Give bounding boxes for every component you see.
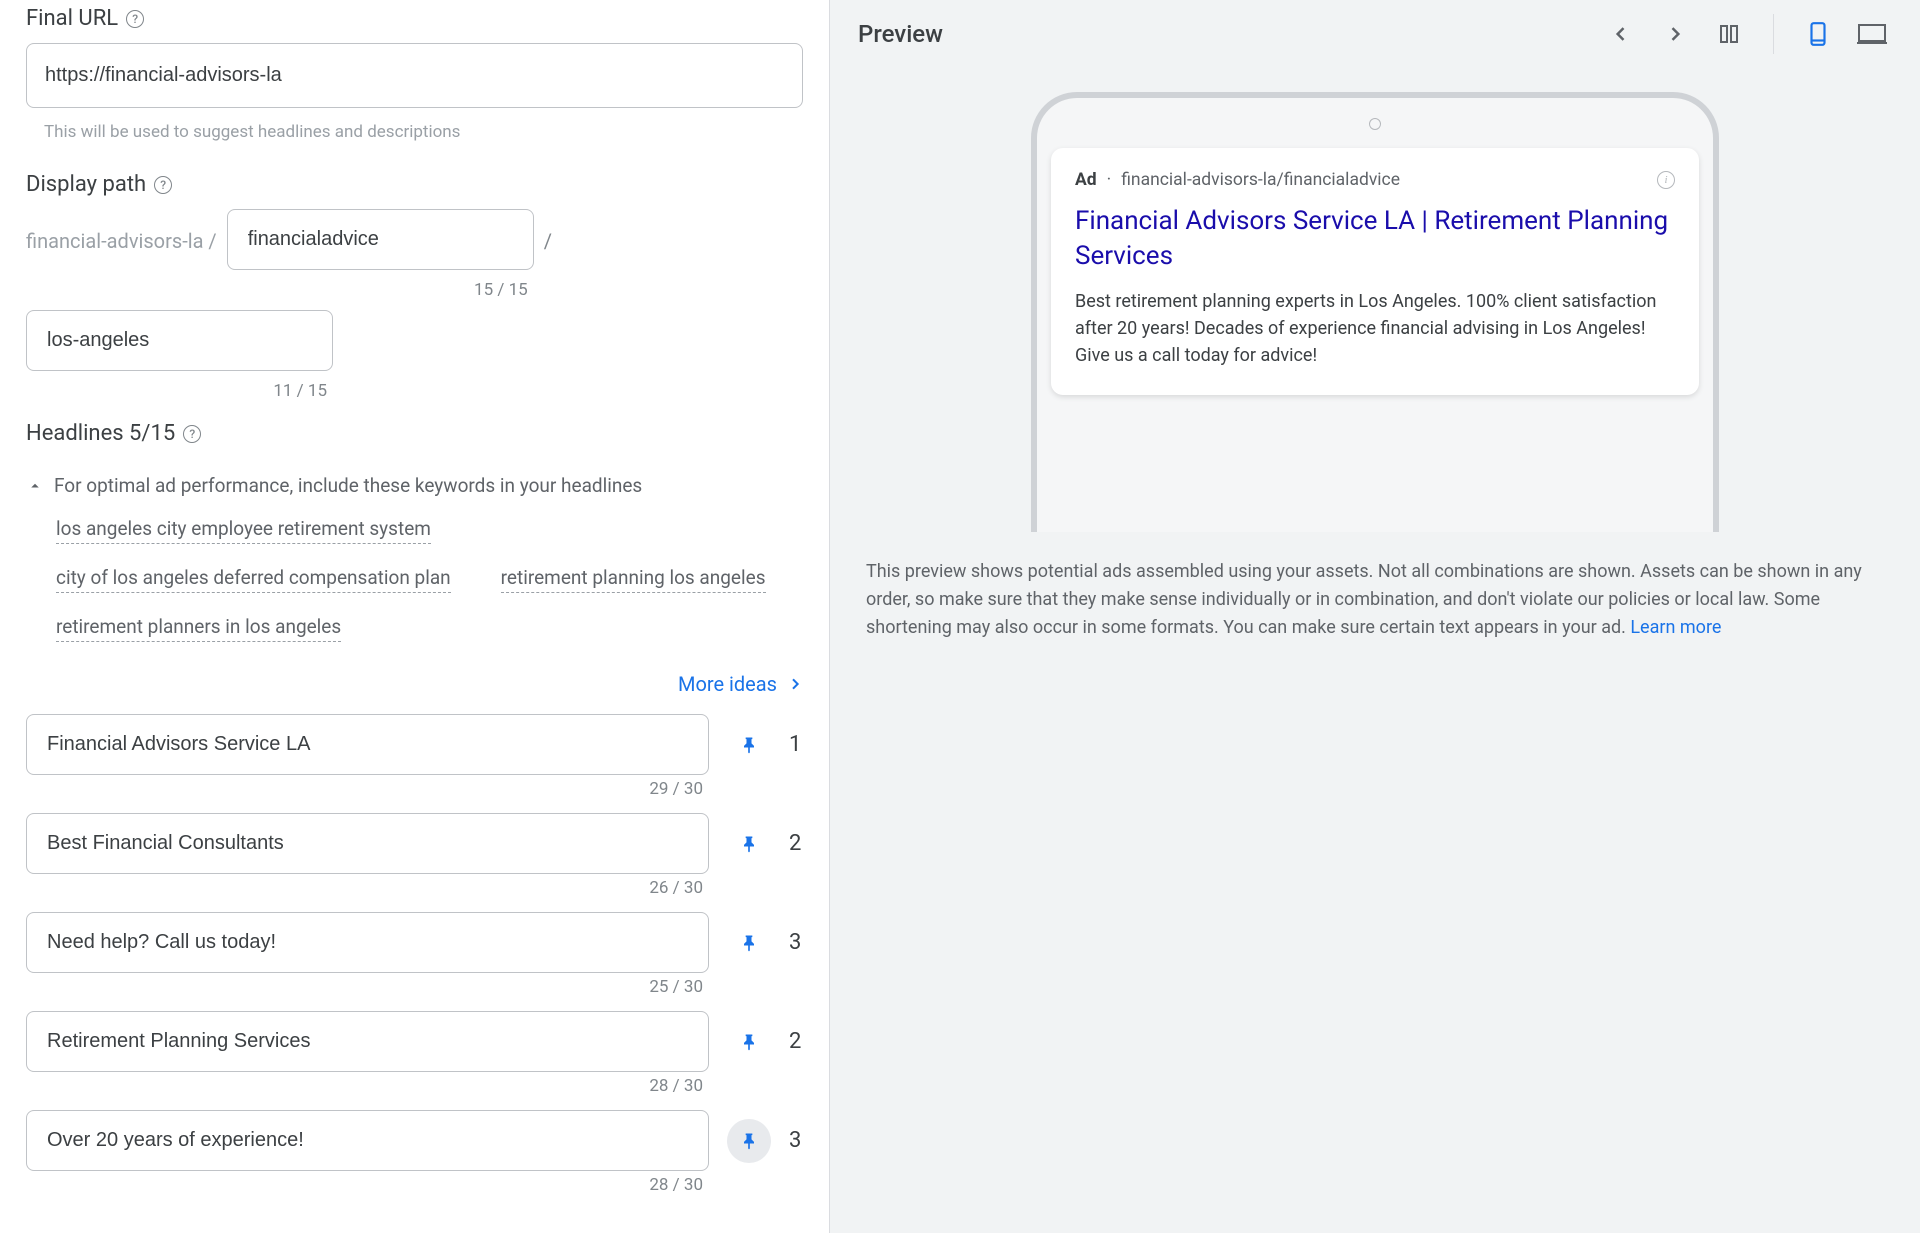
headline-char-count: 26 / 30 <box>26 878 703 898</box>
path2-input[interactable] <box>26 310 333 371</box>
pin-icon <box>739 1131 759 1151</box>
headlines-label-text: Headlines 5/15 <box>26 421 175 446</box>
mobile-icon <box>1805 21 1831 47</box>
keyword-tip-text: For optimal ad performance, include thes… <box>54 474 642 497</box>
more-ideas-text: More ideas <box>678 672 777 696</box>
mobile-preview-button[interactable] <box>1798 14 1838 54</box>
headline-input[interactable] <box>26 1110 709 1171</box>
keyword-list: los angeles city employee retirement sys… <box>56 517 803 642</box>
pin-icon <box>739 1032 759 1052</box>
pin-button[interactable] <box>727 822 771 866</box>
keyword-suggestion[interactable]: retirement planners in los angeles <box>56 615 341 642</box>
headline-row: 3 <box>26 912 803 973</box>
pin-position: 3 <box>789 930 803 955</box>
pin-position: 3 <box>789 1128 803 1153</box>
pin-button[interactable] <box>727 723 771 767</box>
ad-top-row: Ad · financial-advisors-la/financialadvi… <box>1075 170 1675 190</box>
help-icon[interactable]: ? <box>183 425 201 443</box>
more-ideas-row: More ideas <box>26 672 803 696</box>
final-url-label: Final URL ? <box>26 6 803 31</box>
headline-char-count: 28 / 30 <box>26 1175 703 1195</box>
keyword-suggestion[interactable]: los angeles city employee retirement sys… <box>56 517 431 544</box>
phone-frame-wrap: Ad · financial-advisors-la/financialadvi… <box>830 68 1920 532</box>
next-ad-button[interactable] <box>1655 14 1695 54</box>
info-icon[interactable]: i <box>1657 171 1675 189</box>
keyword-tip-row[interactable]: For optimal ad performance, include thes… <box>26 474 803 497</box>
editor-panel: Final URL ? This will be used to suggest… <box>0 0 830 1233</box>
final-url-label-text: Final URL <box>26 6 118 31</box>
display-path-label-text: Display path <box>26 172 146 197</box>
preview-panel: Preview Ad · financial-advisors-la/finan… <box>830 0 1920 1233</box>
preview-title: Preview <box>858 20 1587 48</box>
pin-position: 2 <box>789 1029 803 1054</box>
path1-count: 15 / 15 <box>474 280 528 300</box>
preview-header: Preview <box>830 0 1920 68</box>
chevron-left-icon <box>1611 24 1631 44</box>
phone-speaker-icon <box>1369 118 1381 130</box>
desktop-preview-button[interactable] <box>1852 14 1892 54</box>
headline-row: 3 <box>26 1110 803 1171</box>
headlines-container: 1 29 / 30 2 26 / 30 3 25 / 30 2 28 / 30 3 28 / 30 <box>26 714 803 1195</box>
pin-icon <box>739 834 759 854</box>
keyword-suggestion[interactable]: retirement planning los angeles <box>501 566 766 593</box>
learn-more-link[interactable]: Learn more <box>1630 617 1721 638</box>
pin-icon <box>739 735 759 755</box>
columns-icon <box>1717 22 1741 46</box>
pin-button[interactable] <box>727 921 771 965</box>
path2-count: 11 / 15 <box>273 381 327 401</box>
display-path-domain: financial-advisors-la / <box>26 209 217 253</box>
ad-headline: Financial Advisors Service LA | Retireme… <box>1075 204 1675 274</box>
pin-icon <box>739 933 759 953</box>
final-url-helper: This will be used to suggest headlines a… <box>44 122 803 142</box>
pin-position: 2 <box>789 831 803 856</box>
path1-input[interactable] <box>227 209 534 270</box>
headline-row: 2 <box>26 813 803 874</box>
keyword-suggestion[interactable]: city of los angeles deferred compensatio… <box>56 566 451 593</box>
pin-button[interactable] <box>727 1119 771 1163</box>
preview-note: This preview shows potential ads assembl… <box>830 532 1920 668</box>
chevron-right-icon <box>1665 24 1685 44</box>
display-path-row: financial-advisors-la / 15 / 15 / 11 / 1… <box>26 209 803 401</box>
headline-input[interactable] <box>26 714 709 775</box>
pin-button[interactable] <box>727 1020 771 1064</box>
path2-box: 11 / 15 <box>26 310 333 401</box>
phone-frame: Ad · financial-advisors-la/financialadvi… <box>1031 92 1719 532</box>
headline-row: 1 <box>26 714 803 775</box>
help-icon[interactable]: ? <box>126 10 144 28</box>
headline-input[interactable] <box>26 912 709 973</box>
headlines-label: Headlines 5/15 ? <box>26 421 803 446</box>
headline-row: 2 <box>26 1011 803 1072</box>
ad-separator: · <box>1107 170 1112 190</box>
headline-input[interactable] <box>26 813 709 874</box>
path1-box: 15 / 15 <box>227 209 534 300</box>
chevron-right-icon <box>787 676 803 692</box>
toolbar-divider <box>1773 14 1774 54</box>
desktop-icon <box>1857 22 1887 46</box>
ad-display-url: financial-advisors-la/financialadvice <box>1121 170 1400 190</box>
ad-preview-card: Ad · financial-advisors-la/financialadvi… <box>1051 148 1699 395</box>
headline-char-count: 29 / 30 <box>26 779 703 799</box>
ad-description: Best retirement planning experts in Los … <box>1075 288 1675 369</box>
pin-position: 1 <box>789 732 803 757</box>
path-slash: / <box>544 209 552 253</box>
ad-badge: Ad <box>1075 170 1097 190</box>
chevron-up-icon <box>26 477 44 495</box>
display-path-label: Display path ? <box>26 172 803 197</box>
more-ideas-link[interactable]: More ideas <box>678 672 803 696</box>
headline-char-count: 25 / 30 <box>26 977 703 997</box>
prev-ad-button[interactable] <box>1601 14 1641 54</box>
headline-input[interactable] <box>26 1011 709 1072</box>
columns-button[interactable] <box>1709 14 1749 54</box>
headline-char-count: 28 / 30 <box>26 1076 703 1096</box>
final-url-input[interactable] <box>26 43 803 108</box>
help-icon[interactable]: ? <box>154 176 172 194</box>
